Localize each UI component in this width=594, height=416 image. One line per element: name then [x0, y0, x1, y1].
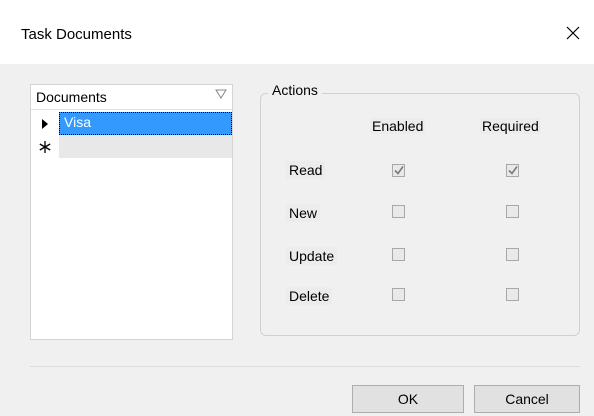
check-icon	[394, 166, 404, 175]
cancel-button[interactable]: Cancel	[474, 385, 580, 413]
column-header-documents: Documents	[36, 89, 107, 105]
close-button[interactable]	[558, 18, 588, 48]
read-enabled-checkbox[interactable]	[392, 164, 405, 177]
new-required-checkbox[interactable]	[506, 205, 519, 218]
filter-icon[interactable]	[215, 88, 227, 100]
new-row-asterisk-icon	[39, 140, 51, 153]
window-title: Task Documents	[21, 26, 132, 43]
new-enabled-checkbox[interactable]	[392, 205, 405, 218]
grid-row-visa[interactable]: Visa	[31, 112, 232, 135]
documents-grid[interactable]: Documents Visa	[30, 84, 233, 340]
row-indicator	[31, 112, 59, 135]
column-header-enabled: Enabled	[370, 118, 426, 134]
action-label-read: Read	[286, 161, 326, 179]
grid-row-new[interactable]	[31, 135, 232, 158]
document-name: Visa	[64, 114, 91, 130]
update-enabled-checkbox[interactable]	[392, 248, 405, 261]
title-bar: Task Documents	[0, 0, 594, 64]
check-icon	[508, 166, 518, 175]
action-label-new: New	[286, 204, 321, 222]
ok-button[interactable]: OK	[352, 385, 464, 413]
row-pointer-icon	[42, 118, 48, 129]
delete-enabled-checkbox[interactable]	[392, 288, 405, 301]
task-documents-dialog: Task Documents Documents Visa Actions En…	[0, 0, 594, 416]
action-label-delete: Delete	[286, 287, 333, 305]
column-header-required: Required	[480, 118, 541, 134]
actions-group-title: Actions	[268, 82, 322, 98]
delete-required-checkbox[interactable]	[506, 288, 519, 301]
grid-column-header[interactable]: Documents	[31, 85, 232, 110]
new-document-cell[interactable]	[59, 135, 232, 158]
close-icon	[566, 26, 580, 40]
action-label-update: Update	[286, 247, 338, 265]
row-indicator-new	[31, 135, 59, 158]
footer-separator	[30, 366, 580, 367]
update-required-checkbox[interactable]	[506, 248, 519, 261]
document-cell[interactable]: Visa	[59, 112, 232, 135]
read-required-checkbox[interactable]	[506, 164, 519, 177]
